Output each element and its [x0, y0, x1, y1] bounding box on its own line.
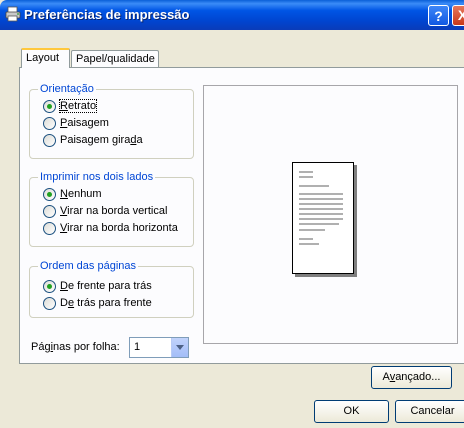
pages-per-sheet-value: 1 — [134, 341, 141, 353]
title-bar[interactable]: Preferências de impressão ? X — [0, 0, 464, 30]
radio-button-icon[interactable] — [43, 204, 56, 218]
radio-rotated-landscape-label: Paisagem girada — [60, 134, 143, 146]
radio-landscape[interactable]: Paisagem — [43, 115, 109, 131]
chevron-down-icon[interactable] — [171, 338, 188, 357]
radio-flip-horizontal-label: Virar na borda horizonta — [60, 222, 178, 234]
radio-duplex-none-label: Nenhum — [60, 188, 102, 200]
radio-portrait[interactable]: Retrato — [43, 98, 98, 114]
radio-button-icon[interactable] — [43, 221, 56, 235]
tab-layout[interactable]: Layout — [21, 48, 70, 68]
tab-paper-quality-label: Papel/qualidade — [76, 53, 155, 65]
orientation-legend: Orientação — [38, 83, 96, 95]
radio-button-icon[interactable] — [43, 296, 56, 310]
radio-button-icon[interactable] — [43, 133, 56, 147]
radio-landscape-label: Paisagem — [60, 117, 109, 129]
page-order-group: Ordem das páginas De frente para trás De… — [29, 260, 194, 318]
radio-flip-vertical-label: Virar na borda vertical — [60, 205, 168, 217]
print-preferences-dialog: Preferências de impressão ? X Layout Pap… — [0, 0, 464, 428]
page-preview-icon — [292, 162, 354, 274]
radio-duplex-none[interactable]: Nenhum — [43, 186, 102, 202]
duplex-legend: Imprimir nos dois lados — [38, 171, 156, 183]
radio-back-to-front[interactable]: De trás para frente — [43, 295, 152, 311]
radio-portrait-label: Retrato — [58, 99, 98, 113]
orientation-group: Orientação Retrato Paisagem Paisagem gir… — [29, 83, 194, 159]
advanced-button[interactable]: Avançado... — [371, 366, 452, 389]
radio-button-icon[interactable] — [43, 116, 56, 130]
pages-per-sheet-select[interactable]: 1 — [129, 337, 189, 358]
radio-flip-horizontal[interactable]: Virar na borda horizonta — [43, 220, 178, 236]
radio-front-to-back[interactable]: De frente para trás — [43, 278, 152, 294]
radio-button-icon[interactable] — [43, 99, 56, 113]
tab-paper-quality[interactable]: Papel/qualidade — [71, 50, 159, 68]
printer-icon — [5, 6, 21, 22]
page-order-legend: Ordem das páginas — [38, 260, 138, 272]
radio-button-icon[interactable] — [43, 187, 56, 201]
window-title: Preferências de impressão — [24, 7, 190, 22]
duplex-group: Imprimir nos dois lados Nenhum Virar na … — [29, 171, 194, 247]
tab-layout-label: Layout — [26, 52, 60, 64]
close-button[interactable]: X — [452, 5, 464, 26]
help-button[interactable]: ? — [428, 5, 449, 26]
cancel-button[interactable]: Cancelar — [395, 400, 464, 423]
pages-per-sheet-label: Páginas por folha: — [31, 341, 120, 353]
layout-preview — [203, 85, 458, 344]
radio-front-to-back-label: De frente para trás — [60, 280, 152, 292]
radio-button-icon[interactable] — [43, 279, 56, 293]
radio-flip-vertical[interactable]: Virar na borda vertical — [43, 203, 167, 219]
ok-button[interactable]: OK — [314, 400, 389, 423]
radio-back-to-front-label: De trás para frente — [60, 297, 152, 309]
radio-rotated-landscape[interactable]: Paisagem girada — [43, 132, 143, 148]
